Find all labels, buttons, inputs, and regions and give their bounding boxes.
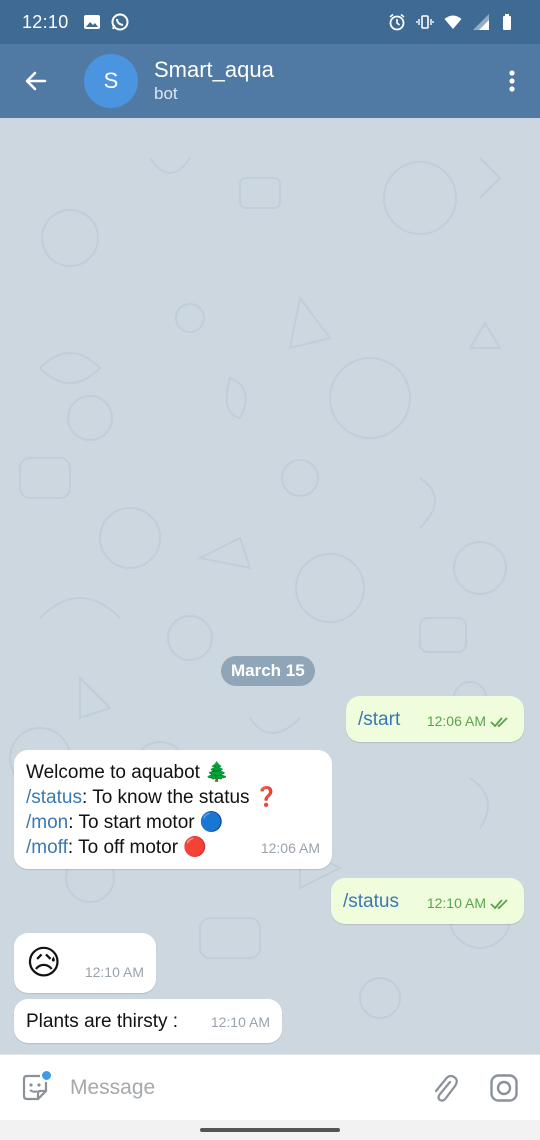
sticker-button[interactable] (0, 1055, 70, 1121)
message-incoming[interactable]: Plants are thirsty : 12:10 AM (14, 999, 282, 1043)
message-line: /status: To know the status ❓ (26, 785, 279, 810)
message-text: Plants are thirsty : (26, 1011, 179, 1032)
system-nav-bar (0, 1120, 540, 1140)
message-line: Welcome to aquabot 🌲 (26, 762, 229, 783)
message-meta: 12:10 AM (85, 960, 144, 985)
alarm-icon (388, 13, 406, 31)
message-input[interactable] (70, 1075, 410, 1100)
message-outgoing[interactable]: /start 12:06 AM (346, 696, 524, 742)
message-incoming[interactable]: 😥 12:10 AM (14, 933, 156, 993)
attach-icon (434, 1074, 458, 1102)
message-meta: 12:06 AM (261, 836, 320, 861)
chat-subtitle: bot (154, 84, 178, 103)
double-check-icon (490, 716, 508, 727)
message-line: /moff: To off motor 🔴 (26, 835, 279, 860)
home-gesture-pill[interactable] (200, 1128, 340, 1132)
status-time: 12:10 (22, 11, 69, 32)
status-bar: 12:10 (0, 0, 540, 44)
message-meta: 12:10 AM (427, 891, 512, 916)
message-text[interactable]: /start (358, 707, 400, 732)
avatar[interactable]: S (84, 54, 138, 108)
camera-icon (490, 1073, 518, 1102)
message-time: 12:10 AM (426, 895, 486, 911)
image-icon (83, 13, 101, 31)
more-options-button[interactable] (484, 44, 540, 118)
message-line-text: : To off motor 🔴 (67, 837, 208, 858)
vibrate-icon (416, 13, 434, 31)
message-time: 12:10 AM (84, 964, 144, 980)
more-vert-icon (509, 70, 515, 92)
signal-icon (472, 13, 490, 31)
message-text[interactable]: /status (343, 889, 399, 914)
message-incoming[interactable]: Welcome to aquabot 🌲 /status: To know th… (14, 750, 332, 869)
double-check-icon (490, 898, 508, 909)
command-link-mon[interactable]: /mon (26, 812, 68, 833)
back-button[interactable] (0, 44, 72, 118)
message-time: 12:06 AM (426, 713, 486, 729)
whatsapp-icon (111, 13, 129, 31)
attach-button[interactable] (414, 1055, 474, 1121)
chat-area[interactable]: March 15 /start 12:06 AM Welcome to aqua… (0, 118, 540, 1054)
message-time: 12:06 AM (260, 840, 320, 856)
chat-title-block[interactable]: Smart_aqua bot (154, 57, 274, 105)
chat-header: S Smart_aqua bot (0, 44, 540, 118)
date-divider: March 15 (221, 656, 315, 686)
back-arrow-icon (25, 71, 47, 91)
new-sticker-badge (40, 1068, 53, 1082)
message-line-text: : To know the status ❓ (81, 787, 279, 808)
message-time: 12:10 AM (210, 1014, 270, 1030)
wifi-icon (444, 13, 462, 31)
message-line-text: : To start motor 🔵 (68, 812, 224, 833)
message-line: /mon: To start motor 🔵 (26, 810, 279, 835)
command-link-moff[interactable]: /moff (26, 837, 68, 858)
camera-button[interactable] (474, 1055, 534, 1121)
message-outgoing[interactable]: /status 12:10 AM (331, 878, 524, 924)
message-composer (0, 1054, 540, 1120)
chat-title: Smart_aqua (154, 57, 274, 82)
message-emoji: 😥 (26, 944, 62, 982)
command-link-status[interactable]: /status (26, 787, 82, 808)
message-meta: 12:06 AM (427, 709, 512, 734)
message-meta: 12:10 AM (211, 1010, 270, 1035)
battery-icon (500, 13, 518, 31)
